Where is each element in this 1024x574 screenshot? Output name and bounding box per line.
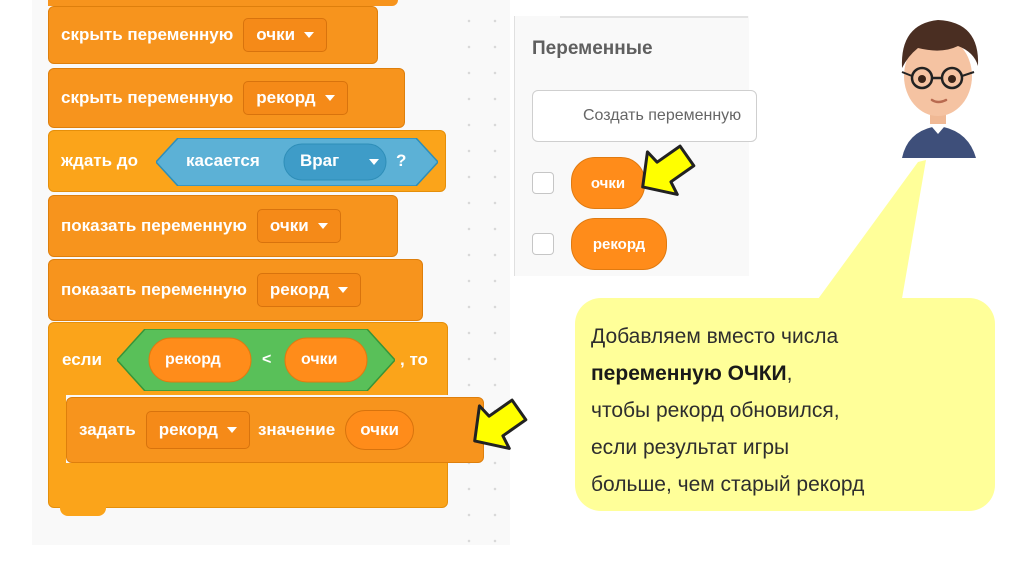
then-label: , то [400, 350, 428, 369]
if-block-bottom-notch [60, 506, 106, 516]
set-variable-block[interactable]: задать рекорд значение очки [66, 397, 484, 463]
variable-dropdown[interactable]: рекорд [243, 81, 348, 115]
operator-left-reporter[interactable]: рекорд [165, 351, 221, 369]
callout-emphasis: переменную ОЧКИ [591, 362, 787, 385]
palette-top-border [560, 16, 748, 18]
dropdown-caret-icon [317, 223, 328, 229]
variable-dropdown[interactable]: рекорд [145, 411, 250, 449]
dropdown-value: очки [269, 216, 309, 235]
palette-title: Переменные [532, 38, 653, 59]
callout-comma: , [786, 362, 793, 385]
dropdown-caret-icon [324, 95, 335, 101]
callout-text: Добавляем вместо числа переменную ОЧКИ, … [591, 318, 864, 503]
callout-line-5: больше, чем старый рекорд [591, 473, 865, 496]
dropdown-value: очки [256, 25, 296, 44]
dropdown-caret-icon [226, 427, 237, 433]
yellow-arrow-icon [641, 144, 696, 196]
operator-symbol: < [262, 351, 272, 368]
variable-checkbox-record[interactable] [532, 233, 554, 255]
yellow-arrow-icon [473, 398, 528, 450]
dropdown-value: рекорд [269, 280, 330, 299]
callout-line-1: Добавляем вместо числа [591, 325, 839, 348]
variable-dropdown[interactable]: рекорд [256, 273, 362, 307]
value-reporter[interactable]: очки [345, 410, 415, 450]
hide-variable-block-2[interactable]: скрыть переменную рекорд [48, 68, 405, 128]
variable-checkbox-score[interactable] [532, 172, 554, 194]
dropdown-caret-icon [304, 32, 315, 38]
show-variable-block-1[interactable]: показать переменную очки [48, 195, 398, 257]
touching-target-dropdown[interactable]: Враг [300, 151, 339, 171]
dropdown-value: рекорд [256, 88, 316, 107]
callout-pointer [810, 160, 926, 310]
block-label: скрыть переменную [61, 88, 234, 107]
hide-variable-block-1[interactable]: скрыть переменную очки [48, 6, 378, 64]
block-label: скрыть переменную [61, 25, 234, 44]
teacher-avatar-icon [901, 20, 979, 158]
variable-dropdown[interactable]: очки [256, 209, 341, 243]
operator-right-reporter[interactable]: очки [301, 351, 338, 369]
touching-label: касается [186, 151, 260, 170]
code-area-grid [450, 0, 510, 545]
dropdown-caret-icon [338, 287, 349, 293]
palette-variable-record[interactable]: рекорд [571, 218, 667, 270]
block-label: задать [79, 420, 136, 439]
block-label: показать переменную [61, 216, 247, 235]
block-label: ждать до [61, 151, 138, 170]
dropdown-value: рекорд [158, 420, 218, 439]
callout-line-4: если результат игры [591, 436, 790, 459]
block-label: показать переменную [61, 280, 247, 299]
show-variable-block-2[interactable]: показать переменную рекорд [48, 259, 423, 321]
callout-line-3: чтобы рекорд обновился, [591, 399, 840, 422]
create-variable-button[interactable]: Создать переменную [532, 90, 757, 142]
if-label: если [62, 350, 102, 369]
value-label: значение [257, 420, 336, 439]
question-mark: ? [396, 151, 407, 170]
variable-dropdown[interactable]: очки [243, 18, 328, 52]
less-than-operator-block[interactable] [117, 329, 395, 391]
callout-line-2: переменную ОЧКИ, [591, 355, 864, 392]
